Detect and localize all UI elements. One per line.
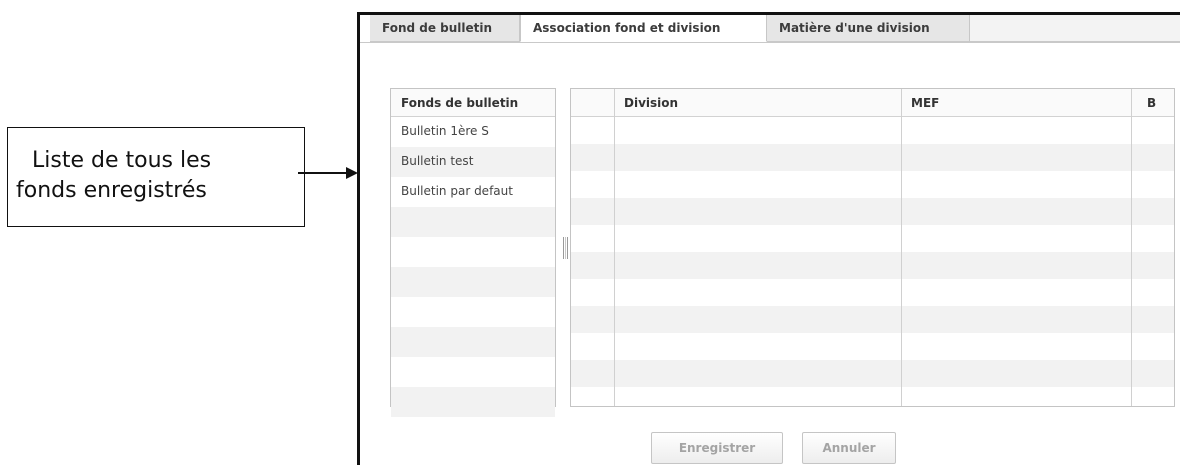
table-row[interactable] bbox=[571, 360, 1174, 387]
list-item[interactable]: Bulletin 1ère S bbox=[391, 117, 555, 147]
column-header-mef[interactable]: MEF bbox=[901, 89, 1131, 117]
annotation-arrow-icon bbox=[298, 167, 358, 179]
grid-header: Division MEF B bbox=[571, 89, 1174, 117]
fonds-list-header[interactable]: Fonds de bulletin bbox=[391, 89, 555, 117]
annotation-line-2: fonds enregistrés bbox=[16, 178, 207, 203]
table-row[interactable] bbox=[571, 252, 1174, 279]
save-button[interactable]: Enregistrer bbox=[651, 432, 783, 464]
table-row[interactable] bbox=[571, 144, 1174, 171]
fonds-list-panel: Fonds de bulletin Bulletin 1ère S Bullet… bbox=[390, 88, 556, 417]
column-divider bbox=[614, 89, 615, 406]
cancel-button[interactable]: Annuler bbox=[802, 432, 896, 464]
list-item-empty bbox=[391, 207, 555, 237]
column-header-b[interactable]: B bbox=[1131, 89, 1174, 117]
tab-bar-filler bbox=[970, 15, 1180, 42]
table-row[interactable] bbox=[571, 306, 1174, 333]
list-item-empty bbox=[391, 387, 555, 417]
annotation-line-1: Liste de tous les bbox=[32, 148, 212, 173]
table-row[interactable] bbox=[571, 198, 1174, 225]
division-grid: Division MEF B bbox=[570, 88, 1175, 407]
list-item-empty bbox=[391, 267, 555, 297]
tab-matiere-division[interactable]: Matière d'une division bbox=[767, 15, 970, 42]
list-item[interactable]: Bulletin par defaut bbox=[391, 177, 555, 207]
tab-bar: Fond de bulletin Association fond et div… bbox=[360, 15, 1180, 43]
list-item-empty bbox=[391, 357, 555, 387]
list-item-empty bbox=[391, 327, 555, 357]
list-item-empty bbox=[391, 237, 555, 267]
column-header-division[interactable]: Division bbox=[614, 89, 901, 117]
column-divider bbox=[901, 89, 902, 406]
list-item[interactable]: Bulletin test bbox=[391, 147, 555, 177]
list-item-empty bbox=[391, 297, 555, 327]
window-border-left bbox=[357, 12, 360, 465]
annotation-callout: Liste de tous les fonds enregistrés bbox=[7, 127, 305, 227]
panel-splitter-handle[interactable] bbox=[563, 237, 568, 259]
column-header-select[interactable] bbox=[571, 89, 614, 117]
column-divider bbox=[1131, 89, 1132, 406]
tab-fond-de-bulletin[interactable]: Fond de bulletin bbox=[370, 15, 520, 42]
tab-association-fond-division[interactable]: Association fond et division bbox=[520, 15, 767, 42]
